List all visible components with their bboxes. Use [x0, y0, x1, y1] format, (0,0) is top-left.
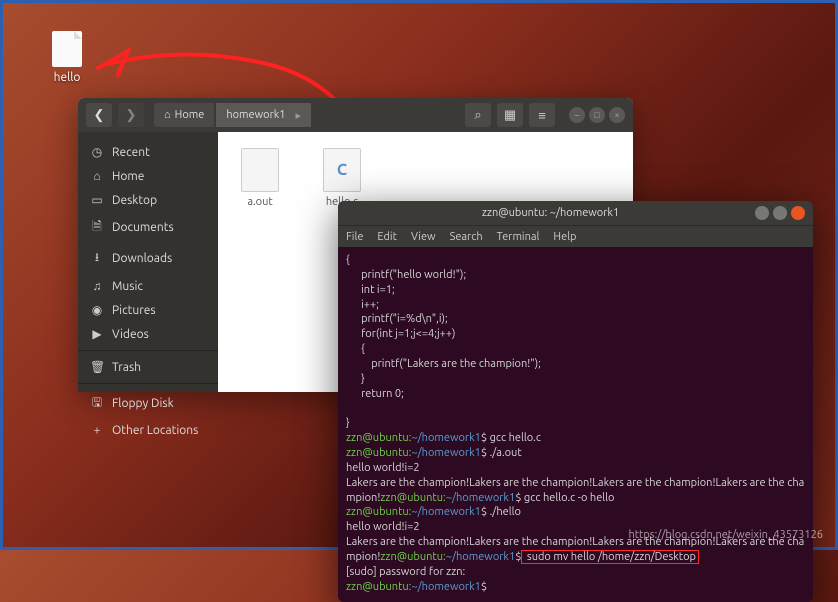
menu-edit[interactable]: Edit	[377, 231, 397, 243]
sidebar-item-label: Home	[112, 170, 144, 183]
sidebar-item-label: Trash	[112, 361, 141, 374]
window-close-button[interactable]: ×	[609, 107, 625, 123]
view-grid-icon[interactable]: ▦	[497, 103, 523, 127]
sidebar-item-label: Pictures	[112, 304, 156, 317]
sidebar-item-recent[interactable]: ◷ Recent	[78, 140, 218, 164]
terminal-window: zzn@ubuntu: ~/homework1 File Edit View Sear…	[338, 201, 813, 602]
sidebar-icon: +	[90, 424, 104, 437]
file-manager-sidebar: ◷ Recent ⌂ Home ▭ Desktop 🗎 Documents ⭳ Downloads…	[78, 132, 218, 392]
desktop-file-label: hello	[41, 71, 93, 84]
sidebar-icon: ▶	[90, 327, 104, 341]
breadcrumb: ⌂Home homework1▸	[154, 103, 311, 127]
sidebar-icon: 🖫	[90, 393, 104, 414]
hamburger-icon[interactable]: ≡	[529, 103, 555, 127]
terminal-titlebar[interactable]: zzn@ubuntu: ~/homework1	[338, 201, 813, 225]
highlighted-command: sudo mv hello /home/zzn/Desktop	[521, 550, 699, 564]
sidebar-icon: ◷	[90, 145, 104, 159]
sidebar-item-label: Recent	[112, 146, 150, 159]
sidebar-icon: 🗎	[90, 217, 104, 238]
sidebar-item-floppy-disk[interactable]: 🖫 Floppy Disk	[78, 388, 218, 419]
sidebar-icon: ◉	[90, 303, 104, 317]
sidebar-item-label: Other Locations	[112, 424, 198, 437]
search-icon[interactable]: ⌕	[465, 103, 491, 127]
sidebar-item-downloads[interactable]: ⭳ Downloads	[78, 243, 218, 274]
terminal-minimize-button[interactable]	[755, 206, 769, 220]
menu-file[interactable]: File	[346, 231, 363, 243]
sidebar-item-label: Downloads	[112, 252, 172, 265]
sidebar-item-documents[interactable]: 🗎 Documents	[78, 212, 218, 243]
watermark: https://blog.csdn.net/weixin_43573126	[628, 529, 823, 541]
document-icon	[52, 31, 82, 67]
sidebar-item-music[interactable]: ♫ Music	[78, 274, 218, 298]
menu-help[interactable]: Help	[553, 231, 576, 243]
file-label: a.out	[234, 196, 286, 208]
sidebar-item-trash[interactable]: 🗑 Trash	[78, 355, 218, 379]
menu-view[interactable]: View	[411, 231, 436, 243]
menu-search[interactable]: Search	[450, 231, 483, 243]
menu-terminal[interactable]: Terminal	[497, 231, 540, 243]
sidebar-item-pictures[interactable]: ◉ Pictures	[78, 298, 218, 322]
sidebar-icon: 🗑	[90, 360, 104, 374]
file-manager-toolbar: ❮ ❯ ⌂Home homework1▸ ⌕ ▦ ≡ – □ ×	[78, 98, 633, 132]
back-button[interactable]: ❮	[86, 103, 112, 127]
file-icon	[323, 148, 361, 192]
sidebar-item-other-locations[interactable]: + Other Locations	[78, 419, 218, 442]
sidebar-item-label: Desktop	[112, 194, 157, 207]
terminal-output[interactable]: { printf("hello world!"); int i=1; i++; …	[338, 247, 813, 602]
sidebar-icon: ♫	[90, 279, 104, 293]
sidebar-icon: ⌂	[90, 169, 104, 183]
window-maximize-button[interactable]: □	[589, 107, 605, 123]
file-hello-c[interactable]: hello.c	[316, 148, 368, 208]
sidebar-icon: ▭	[90, 193, 104, 207]
terminal-title: zzn@ubuntu: ~/homework1	[482, 207, 619, 219]
file-icon	[241, 148, 279, 192]
sidebar-item-label: Documents	[112, 221, 174, 234]
breadcrumb-home[interactable]: ⌂Home	[154, 103, 214, 127]
home-icon: ⌂	[164, 109, 171, 121]
terminal-menubar: File Edit View Search Terminal Help	[338, 225, 813, 247]
forward-button[interactable]: ❯	[118, 103, 144, 127]
file-a-out[interactable]: a.out	[234, 148, 286, 208]
sidebar-item-videos[interactable]: ▶ Videos	[78, 322, 218, 346]
sidebar-item-label: Videos	[112, 328, 149, 341]
sidebar-icon: ⭳	[90, 248, 104, 269]
window-minimize-button[interactable]: –	[569, 107, 585, 123]
sidebar-item-desktop[interactable]: ▭ Desktop	[78, 188, 218, 212]
sidebar-item-label: Floppy Disk	[112, 397, 174, 410]
sidebar-item-home[interactable]: ⌂ Home	[78, 164, 218, 188]
terminal-maximize-button[interactable]	[773, 206, 787, 220]
terminal-close-button[interactable]	[791, 206, 805, 220]
sidebar-item-label: Music	[112, 280, 143, 293]
desktop-file-hello[interactable]: hello	[41, 31, 93, 84]
breadcrumb-folder[interactable]: homework1▸	[216, 103, 311, 127]
